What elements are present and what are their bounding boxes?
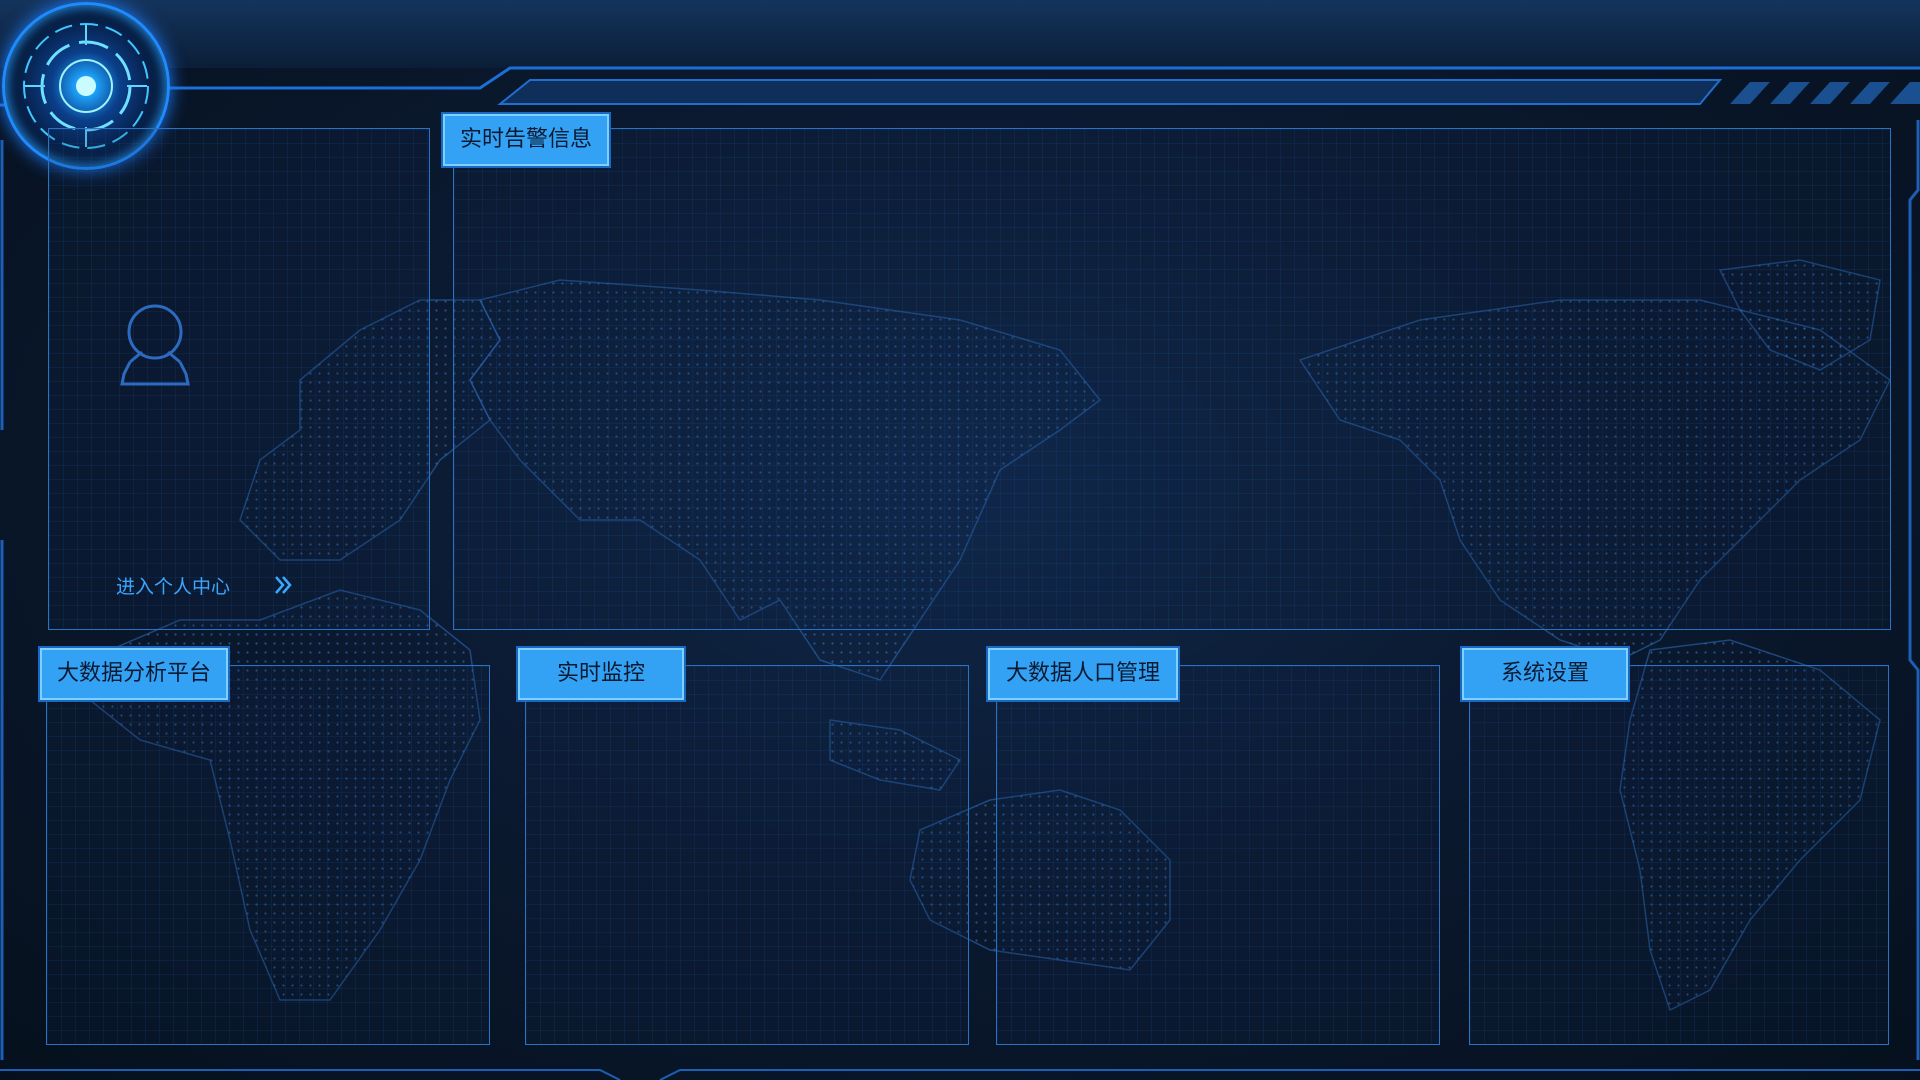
module-panel-population-management bbox=[996, 665, 1440, 1045]
user-avatar-icon bbox=[120, 304, 190, 386]
top-header-frame bbox=[0, 0, 1920, 107]
bottom-frame bbox=[0, 1069, 1920, 1080]
double-chevron-right-icon[interactable] bbox=[272, 574, 294, 596]
realtime-alert-panel bbox=[453, 128, 1891, 630]
realtime-monitor-button[interactable]: 实时监控 bbox=[516, 646, 686, 702]
right-frame-edge bbox=[1908, 120, 1920, 1060]
system-settings-button[interactable]: 系统设置 bbox=[1460, 646, 1630, 702]
enter-personal-center-link[interactable]: 进入个人中心 bbox=[116, 572, 230, 599]
module-panel-big-data-analysis bbox=[46, 665, 490, 1045]
dashboard-screen: 进入个人中心 实时告警信息 大数据分析平台 实时监控 大数据人口管理 系统设置 bbox=[0, 0, 1920, 1080]
module-panel-system-settings bbox=[1469, 665, 1889, 1045]
user-profile-panel bbox=[48, 128, 430, 630]
big-data-analysis-button[interactable]: 大数据分析平台 bbox=[38, 646, 230, 702]
module-panel-realtime-monitor bbox=[525, 665, 969, 1045]
realtime-alert-title[interactable]: 实时告警信息 bbox=[441, 112, 611, 168]
population-management-button[interactable]: 大数据人口管理 bbox=[986, 646, 1180, 702]
